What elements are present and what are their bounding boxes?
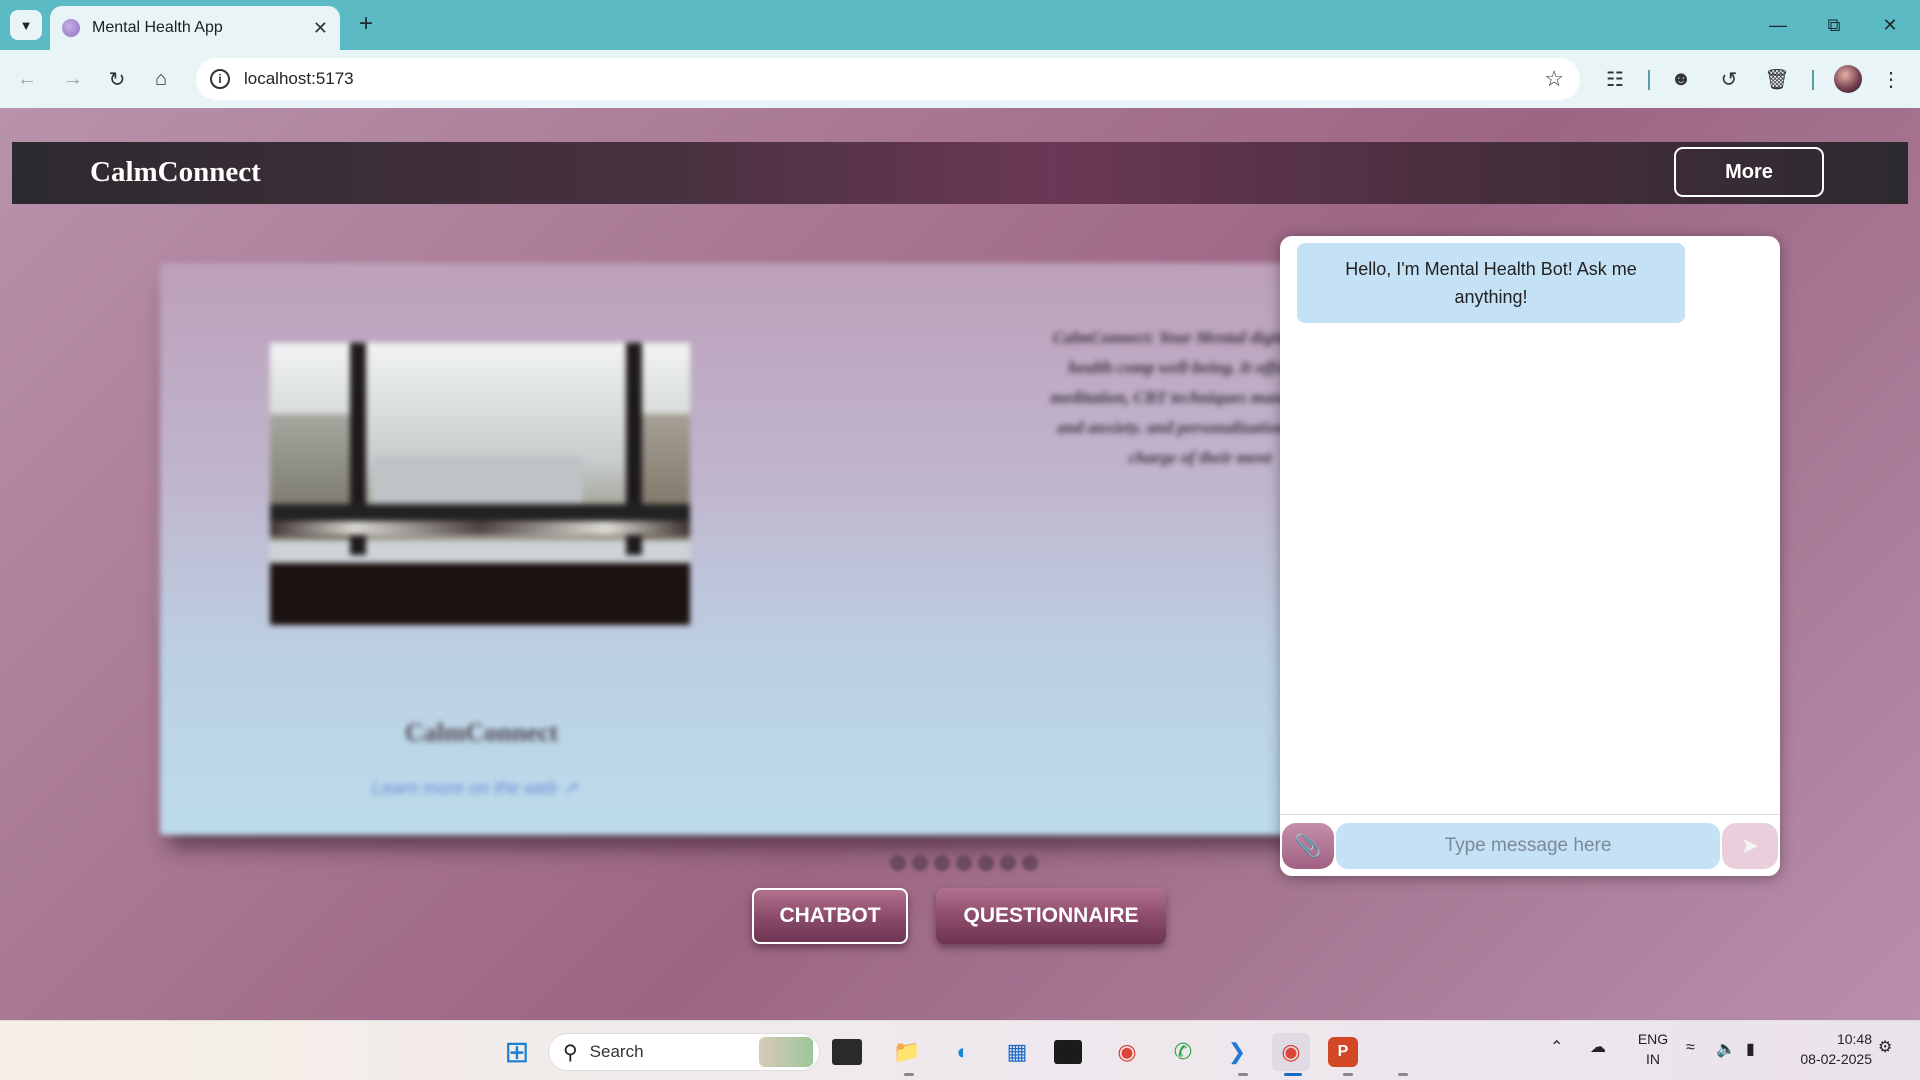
hero-card: CalmConnect Learn more on the web ↗ Calm… bbox=[160, 263, 1380, 835]
browser-toolbar: ← → ↻ ⌂ i localhost:5173 ☆ ☷ ☻ ↺ 🗑 ⋮ bbox=[0, 50, 1920, 108]
home-icon[interactable]: ⌂ bbox=[146, 64, 176, 94]
site-info-icon[interactable]: i bbox=[210, 69, 230, 89]
taskbar-search[interactable]: ⚲ Search bbox=[548, 1033, 820, 1071]
clock-date: 08-02-2025 bbox=[1800, 1051, 1872, 1067]
carousel-dot[interactable] bbox=[956, 855, 972, 871]
browser-menu-icon[interactable]: ⋮ bbox=[1876, 64, 1906, 94]
window-close-icon[interactable]: ✕ bbox=[1870, 10, 1910, 40]
app-navbar: CalmConnect More bbox=[12, 142, 1908, 204]
toolbar-divider bbox=[1812, 70, 1814, 90]
carousel-dot[interactable] bbox=[912, 855, 928, 871]
onedrive-cloud-icon[interactable]: ☁ bbox=[1590, 1037, 1606, 1057]
profile-avatar[interactable] bbox=[1834, 65, 1862, 93]
clock[interactable]: 10:48 08-02-2025 bbox=[1782, 1029, 1872, 1069]
carousel-dot[interactable] bbox=[1022, 855, 1038, 871]
file-explorer-icon[interactable]: 📁 bbox=[888, 1033, 926, 1071]
tab-list-icon[interactable]: ▼ bbox=[10, 10, 42, 40]
forward-icon[interactable]: → bbox=[58, 64, 88, 94]
toolbar-divider bbox=[1648, 70, 1650, 90]
attach-paperclip-icon[interactable]: 📎 bbox=[1282, 823, 1334, 869]
search-highlight-icon bbox=[759, 1037, 813, 1067]
wifi-icon[interactable]: ≈ bbox=[1686, 1039, 1695, 1057]
running-indicator bbox=[1398, 1073, 1408, 1076]
address-bar[interactable]: i localhost:5173 ☆ bbox=[196, 58, 1580, 100]
carousel-dot[interactable] bbox=[890, 855, 906, 871]
carousel-dots bbox=[890, 855, 1038, 871]
chrome-profile-icon[interactable]: ◉ bbox=[1272, 1033, 1310, 1071]
carousel-dot[interactable] bbox=[934, 855, 950, 871]
reload-icon[interactable]: ↻ bbox=[102, 64, 132, 94]
clock-time: 10:48 bbox=[1836, 1031, 1872, 1047]
carousel-dot[interactable] bbox=[1000, 855, 1016, 871]
hero-title: CalmConnect bbox=[405, 718, 559, 747]
region-code: IN bbox=[1646, 1051, 1660, 1067]
running-indicator bbox=[1343, 1073, 1353, 1076]
brand-logo[interactable]: CalmConnect bbox=[90, 156, 261, 189]
task-view-icon[interactable] bbox=[832, 1039, 862, 1065]
page-content: CalmConnect More CalmConnect Learn more … bbox=[0, 108, 1920, 1020]
search-label: Search bbox=[589, 1042, 644, 1061]
running-indicator bbox=[904, 1073, 914, 1076]
edge-browser-icon[interactable]: ◐ bbox=[944, 1033, 982, 1071]
whatsapp-icon[interactable]: ✆ bbox=[1164, 1033, 1202, 1071]
chrome-icon[interactable]: ◉ bbox=[1108, 1033, 1146, 1071]
history-icon[interactable]: ↺ bbox=[1714, 64, 1744, 94]
chat-input-bar: 📎 ➤ bbox=[1280, 814, 1780, 876]
tab-title: Mental Health App bbox=[92, 19, 223, 36]
extensions-icon[interactable]: ☷ bbox=[1600, 64, 1630, 94]
chat-widget: Hello, I'm Mental Health Bot! Ask me any… bbox=[1280, 236, 1780, 876]
questionnaire-button[interactable]: QUESTIONNAIRE bbox=[936, 888, 1166, 944]
browser-tab[interactable]: Mental Health App ✕ bbox=[50, 6, 340, 50]
active-indicator bbox=[1284, 1073, 1302, 1076]
microsoft-store-icon[interactable]: ▦ bbox=[998, 1033, 1036, 1071]
minimize-icon[interactable]: — bbox=[1758, 10, 1798, 40]
hero-learn-more-link[interactable]: Learn more on the web ↗ bbox=[372, 778, 577, 799]
more-button[interactable]: More bbox=[1674, 147, 1824, 197]
powerpoint-icon[interactable]: P bbox=[1328, 1037, 1358, 1067]
hero-image bbox=[270, 343, 690, 625]
carousel-dot[interactable] bbox=[978, 855, 994, 871]
bot-message-bubble: Hello, I'm Mental Health Bot! Ask me any… bbox=[1297, 243, 1685, 323]
send-icon[interactable]: ➤ bbox=[1722, 823, 1778, 869]
windows-start-icon[interactable]: ⊞ bbox=[498, 1033, 536, 1071]
volume-icon[interactable]: 🔈 bbox=[1716, 1039, 1736, 1059]
os-taskbar: ⊞ ⚲ Search 📁 ◐ ▦ ◉ ✆ ❯ ◉ P ⌃ ☁ ENG IN ≈ … bbox=[0, 1020, 1920, 1080]
show-hidden-icons-icon[interactable]: ⌃ bbox=[1550, 1037, 1563, 1057]
vscode-icon[interactable]: ❯ bbox=[1218, 1033, 1256, 1071]
battery-icon[interactable]: ▮ bbox=[1746, 1039, 1755, 1059]
notifications-bell-icon[interactable]: ⚙ bbox=[1878, 1037, 1892, 1057]
restore-icon[interactable]: ⧉ bbox=[1814, 10, 1854, 40]
new-tab-icon[interactable]: + bbox=[352, 10, 380, 38]
running-indicator bbox=[1238, 1073, 1248, 1076]
back-icon[interactable]: ← bbox=[12, 64, 42, 94]
message-input[interactable] bbox=[1336, 823, 1720, 869]
language-code: ENG bbox=[1637, 1031, 1669, 1047]
terminal-icon[interactable] bbox=[1054, 1040, 1082, 1064]
search-icon: ⚲ bbox=[563, 1041, 578, 1064]
browser-tab-bar: ▼ Mental Health App ✕ + — ⧉ ✕ bbox=[0, 0, 1920, 50]
bookmark-star-icon[interactable]: ☆ bbox=[1544, 66, 1564, 92]
delete-icon[interactable]: 🗑 bbox=[1762, 64, 1792, 94]
tab-close-icon[interactable]: ✕ bbox=[313, 18, 328, 39]
incognito-icon[interactable]: ☻ bbox=[1666, 64, 1696, 94]
tab-favicon-icon bbox=[62, 19, 80, 37]
language-indicator[interactable]: ENG IN bbox=[1636, 1029, 1670, 1069]
chatbot-button[interactable]: CHATBOT bbox=[752, 888, 908, 944]
url-text: localhost:5173 bbox=[244, 69, 354, 88]
